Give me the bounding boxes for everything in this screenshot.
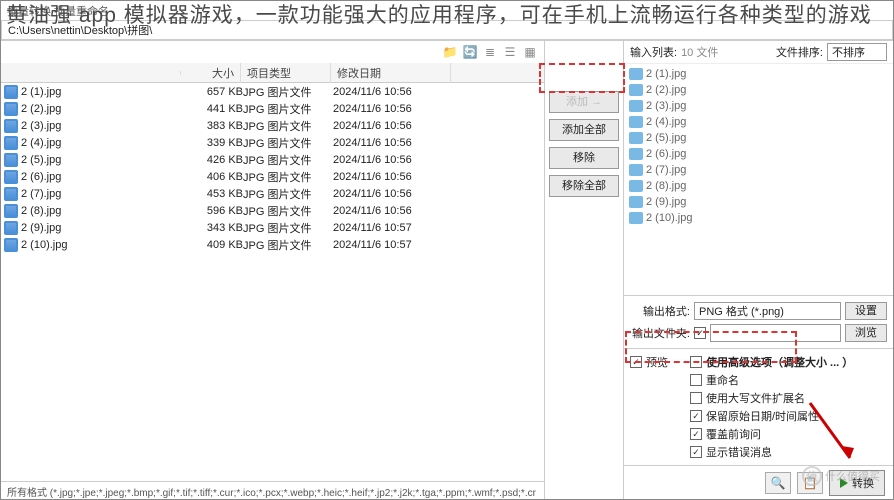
image-file-icon xyxy=(629,68,643,80)
folder-input[interactable] xyxy=(710,324,841,342)
output-list[interactable]: 2 (1).jpg2 (2).jpg2 (3).jpg2 (4).jpg2 (5… xyxy=(624,63,893,295)
image-file-icon xyxy=(629,148,643,160)
preview-label: 预览 xyxy=(646,354,668,370)
folder-checkbox[interactable]: ✓ xyxy=(694,327,706,339)
folder-label: 输出文件夹: xyxy=(630,325,690,341)
watermark-logo-icon: 值 xyxy=(802,466,822,486)
image-file-icon xyxy=(629,196,643,208)
mid-pane: 添加 → 添加全部 移除 移除全部 xyxy=(545,41,623,499)
image-file-icon xyxy=(4,238,18,252)
image-file-icon xyxy=(629,212,643,224)
image-file-icon xyxy=(4,136,18,150)
input-count: 10 文件 xyxy=(681,44,718,60)
rename-label: 重命名 xyxy=(706,372,739,388)
left-toolbar: 📁 🔄 ≣ ☰ ▦ xyxy=(1,41,544,63)
image-file-icon xyxy=(4,221,18,235)
image-file-icon xyxy=(4,102,18,116)
table-row[interactable]: 2 (2).jpg441 KBJPG 图片文件2024/11/6 10:56 xyxy=(1,100,544,117)
list-item[interactable]: 2 (4).jpg xyxy=(626,114,891,130)
file-header: 大小 项目类型 修改日期 xyxy=(1,63,544,83)
refresh-icon[interactable]: 🔄 xyxy=(462,44,478,60)
sort-label: 文件排序: xyxy=(776,44,823,60)
app-window: 批量转换 批量重命名 C:\Users\nettin\Desktop\拼图\ 📁… xyxy=(0,0,894,500)
table-row[interactable]: 2 (8).jpg596 KBJPG 图片文件2024/11/6 10:56 xyxy=(1,202,544,219)
date-checkbox[interactable]: ✓ xyxy=(690,410,702,422)
date-label: 保留原始日期/时间属性 xyxy=(706,408,819,424)
image-file-icon xyxy=(4,119,18,133)
sort-select[interactable]: 不排序 xyxy=(827,43,887,61)
err-label: 显示错误消息 xyxy=(706,444,772,460)
table-row[interactable]: 2 (10).jpg409 KBJPG 图片文件2024/11/6 10:57 xyxy=(1,236,544,253)
settings-button[interactable]: 设置 xyxy=(845,302,887,320)
view-thumb-icon[interactable]: ▦ xyxy=(522,44,538,60)
format-select[interactable]: PNG 格式 (*.png) xyxy=(694,302,841,320)
file-table: 大小 项目类型 修改日期 2 (1).jpg657 KBJPG 图片文件2024… xyxy=(1,63,544,481)
list-item[interactable]: 2 (3).jpg xyxy=(626,98,891,114)
list-item[interactable]: 2 (9).jpg xyxy=(626,194,891,210)
col-size[interactable]: 大小 xyxy=(181,63,241,83)
right-top-bar: 输入列表: 10 文件 文件排序: 不排序 xyxy=(624,41,893,63)
image-file-icon xyxy=(629,116,643,128)
remove-all-button[interactable]: 移除全部 xyxy=(549,175,619,197)
table-row[interactable]: 2 (9).jpg343 KBJPG 图片文件2024/11/6 10:57 xyxy=(1,219,544,236)
input-count-label: 输入列表: xyxy=(630,44,677,60)
table-row[interactable]: 2 (1).jpg657 KBJPG 图片文件2024/11/6 10:56 xyxy=(1,83,544,100)
image-file-icon xyxy=(4,204,18,218)
table-row[interactable]: 2 (4).jpg339 KBJPG 图片文件2024/11/6 10:56 xyxy=(1,134,544,151)
output-settings: 输出格式: PNG 格式 (*.png) 设置 输出文件夹: ✓ 浏览 xyxy=(624,295,893,348)
col-name[interactable] xyxy=(1,71,181,75)
remove-button[interactable]: 移除 xyxy=(549,147,619,169)
table-row[interactable]: 2 (7).jpg453 KBJPG 图片文件2024/11/6 10:56 xyxy=(1,185,544,202)
image-file-icon xyxy=(4,187,18,201)
status-bar: 所有格式 (*.jpg;*.jpe;*.jpeg;*.bmp;*.gif;*.t… xyxy=(1,481,544,499)
ask-checkbox[interactable]: ✓ xyxy=(690,428,702,440)
path-bar: C:\Users\nettin\Desktop\拼图\ xyxy=(1,19,893,41)
title-bar: 批量转换 批量重命名 xyxy=(1,1,893,19)
view-detail-icon[interactable]: ☰ xyxy=(502,44,518,60)
add-button[interactable]: 添加 → xyxy=(549,91,619,113)
adv-label: 使用高级选项（调整大小 ... ） xyxy=(706,354,853,370)
image-file-icon xyxy=(629,164,643,176)
image-file-icon xyxy=(4,153,18,167)
table-row[interactable]: 2 (6).jpg406 KBJPG 图片文件2024/11/6 10:56 xyxy=(1,168,544,185)
folder-open-icon[interactable]: 📁 xyxy=(442,44,458,60)
adv-checkbox[interactable] xyxy=(690,356,702,368)
format-label: 输出格式: xyxy=(630,303,690,319)
image-file-icon xyxy=(629,132,643,144)
list-item[interactable]: 2 (7).jpg xyxy=(626,162,891,178)
list-item[interactable]: 2 (10).jpg xyxy=(626,210,891,226)
view-list-icon[interactable]: ≣ xyxy=(482,44,498,60)
add-all-button[interactable]: 添加全部 xyxy=(549,119,619,141)
left-pane: 📁 🔄 ≣ ☰ ▦ 大小 项目类型 修改日期 2 (1).jpg657 KBJP… xyxy=(1,41,545,499)
list-item[interactable]: 2 (1).jpg xyxy=(626,66,891,82)
preview-checkbox[interactable]: ✓ xyxy=(630,356,642,368)
browse-button[interactable]: 浏览 xyxy=(845,324,887,342)
err-checkbox[interactable]: ✓ xyxy=(690,446,702,458)
path-input[interactable]: C:\Users\nettin\Desktop\拼图\ xyxy=(1,20,893,40)
list-item[interactable]: 2 (6).jpg xyxy=(626,146,891,162)
right-pane: 输入列表: 10 文件 文件排序: 不排序 2 (1).jpg2 (2).jpg… xyxy=(623,41,893,499)
image-file-icon xyxy=(4,170,18,184)
image-file-icon xyxy=(629,100,643,112)
col-date[interactable]: 修改日期 xyxy=(331,63,451,83)
col-type[interactable]: 项目类型 xyxy=(241,63,331,83)
ext-label: 使用大写文件扩展名 xyxy=(706,390,805,406)
watermark: 值 什么值得买 xyxy=(802,466,880,486)
list-item[interactable]: 2 (2).jpg xyxy=(626,82,891,98)
watermark-text: 什么值得买 xyxy=(825,468,880,484)
image-file-icon xyxy=(629,84,643,96)
table-row[interactable]: 2 (5).jpg426 KBJPG 图片文件2024/11/6 10:56 xyxy=(1,151,544,168)
ask-label: 覆盖前询问 xyxy=(706,426,761,442)
image-file-icon xyxy=(4,85,18,99)
ext-checkbox[interactable] xyxy=(690,392,702,404)
list-item[interactable]: 2 (5).jpg xyxy=(626,130,891,146)
rename-checkbox[interactable] xyxy=(690,374,702,386)
table-row[interactable]: 2 (3).jpg383 KBJPG 图片文件2024/11/6 10:56 xyxy=(1,117,544,134)
image-file-icon xyxy=(629,180,643,192)
options-panel: ✓ 预览 使用高级选项（调整大小 ... ） 重命名 使用大写文件扩展名 ✓ 保留原… xyxy=(624,348,893,465)
search-icon-button[interactable]: 🔍 xyxy=(765,472,791,494)
list-item[interactable]: 2 (8).jpg xyxy=(626,178,891,194)
